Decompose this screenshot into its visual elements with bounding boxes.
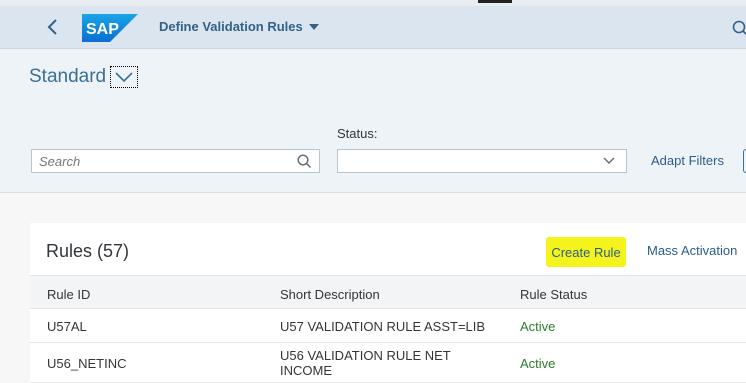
variant-name[interactable]: Standard: [29, 66, 106, 88]
search-icon[interactable]: [296, 153, 312, 169]
rules-table-card: Rules (57) Create Rule Mass Activation R…: [30, 223, 746, 383]
back-button[interactable]: [40, 14, 66, 40]
table-row[interactable]: U57AL U57 VALIDATION RULE ASST=LIB Activ…: [30, 309, 746, 343]
create-rule-button[interactable]: Create Rule: [546, 237, 626, 267]
search-field[interactable]: [31, 149, 320, 173]
mass-activation-button[interactable]: Mass Activation: [647, 243, 737, 258]
back-arrow-icon: [47, 19, 57, 35]
cell-status: Active: [520, 319, 556, 334]
column-header-rule-status[interactable]: Rule Status: [520, 287, 587, 302]
chevron-down-icon: [115, 72, 133, 83]
table-title: Rules (57): [46, 241, 130, 261]
column-header-short-description[interactable]: Short Description: [280, 287, 380, 302]
cell-rule-id: U56_NETINC: [47, 356, 127, 371]
logo-text: SAP: [86, 21, 119, 38]
content-area: Rules (57) Create Rule Mass Activation R…: [0, 193, 746, 383]
app-title-menu[interactable]: Define Validation Rules: [159, 19, 319, 34]
search-input[interactable]: [32, 150, 289, 172]
status-label: Status:: [337, 126, 378, 141]
adapt-filters-button[interactable]: Adapt Filters: [651, 153, 724, 168]
filter-bar: Standard Status: Adapt Filters: [0, 49, 746, 193]
dropdown-caret-icon: [308, 23, 319, 30]
table-row[interactable]: U56_NETINC U56 VALIDATION RULE NET INCOM…: [30, 343, 746, 383]
status-select[interactable]: [337, 149, 627, 173]
table-header: Rule ID Short Description Rule Status: [30, 275, 746, 309]
shell-bar: SAP Define Validation Rules: [0, 6, 746, 49]
cell-rule-id: U57AL: [47, 319, 87, 334]
sap-logo[interactable]: SAP: [82, 14, 138, 42]
app-title: Define Validation Rules: [159, 19, 303, 34]
top-strip-mark: [478, 0, 512, 3]
variant-dropdown-button[interactable]: [110, 66, 138, 88]
chevron-down-icon: [603, 157, 615, 164]
cell-description: U57 VALIDATION RULE ASST=LIB: [280, 319, 486, 334]
cell-status: Active: [520, 356, 556, 371]
shell-search-icon[interactable]: [730, 18, 746, 38]
column-header-rule-id[interactable]: Rule ID: [47, 287, 90, 302]
create-rule-label: Create Rule: [551, 244, 621, 260]
